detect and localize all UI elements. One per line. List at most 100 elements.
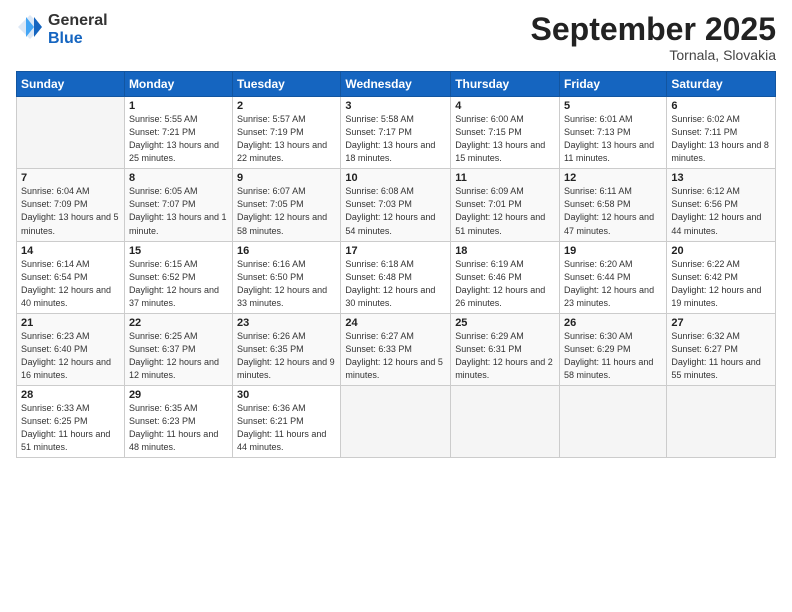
day-info: Sunrise: 6:16 AMSunset: 6:50 PMDaylight:… — [237, 258, 336, 310]
day-number: 1 — [129, 100, 228, 112]
day-number: 13 — [671, 172, 771, 184]
calendar-cell — [341, 385, 451, 457]
day-info: Sunrise: 5:55 AMSunset: 7:21 PMDaylight:… — [129, 113, 228, 165]
calendar-week-row: 21Sunrise: 6:23 AMSunset: 6:40 PMDayligh… — [17, 313, 776, 385]
day-number: 8 — [129, 172, 228, 184]
day-info: Sunrise: 6:08 AMSunset: 7:03 PMDaylight:… — [345, 185, 446, 237]
calendar-cell: 23Sunrise: 6:26 AMSunset: 6:35 PMDayligh… — [233, 313, 341, 385]
day-info: Sunrise: 6:04 AMSunset: 7:09 PMDaylight:… — [21, 185, 120, 237]
logo: General Blue — [16, 12, 108, 47]
day-info: Sunrise: 6:23 AMSunset: 6:40 PMDaylight:… — [21, 330, 120, 382]
logo-general: General — [48, 12, 108, 30]
calendar-week-row: 1Sunrise: 5:55 AMSunset: 7:21 PMDaylight… — [17, 97, 776, 169]
day-info: Sunrise: 5:58 AMSunset: 7:17 PMDaylight:… — [345, 113, 446, 165]
calendar-week-row: 14Sunrise: 6:14 AMSunset: 6:54 PMDayligh… — [17, 241, 776, 313]
day-info: Sunrise: 6:12 AMSunset: 6:56 PMDaylight:… — [671, 185, 771, 237]
day-info: Sunrise: 6:02 AMSunset: 7:11 PMDaylight:… — [671, 113, 771, 165]
day-info: Sunrise: 6:25 AMSunset: 6:37 PMDaylight:… — [129, 330, 228, 382]
calendar-cell: 13Sunrise: 6:12 AMSunset: 6:56 PMDayligh… — [667, 169, 776, 241]
weekday-header: Thursday — [451, 72, 560, 97]
day-info: Sunrise: 6:26 AMSunset: 6:35 PMDaylight:… — [237, 330, 336, 382]
logo-blue: Blue — [48, 30, 108, 48]
day-number: 25 — [455, 317, 555, 329]
location: Tornala, Slovakia — [531, 47, 776, 63]
day-number: 23 — [237, 317, 336, 329]
day-number: 2 — [237, 100, 336, 112]
calendar-cell: 22Sunrise: 6:25 AMSunset: 6:37 PMDayligh… — [124, 313, 232, 385]
day-info: Sunrise: 6:00 AMSunset: 7:15 PMDaylight:… — [455, 113, 555, 165]
day-number: 4 — [455, 100, 555, 112]
day-info: Sunrise: 6:29 AMSunset: 6:31 PMDaylight:… — [455, 330, 555, 382]
calendar-cell: 29Sunrise: 6:35 AMSunset: 6:23 PMDayligh… — [124, 385, 232, 457]
day-info: Sunrise: 6:27 AMSunset: 6:33 PMDaylight:… — [345, 330, 446, 382]
calendar-cell: 1Sunrise: 5:55 AMSunset: 7:21 PMDaylight… — [124, 97, 232, 169]
calendar-cell: 21Sunrise: 6:23 AMSunset: 6:40 PMDayligh… — [17, 313, 125, 385]
day-number: 5 — [564, 100, 662, 112]
day-number: 27 — [671, 317, 771, 329]
logo-icon — [16, 13, 44, 41]
calendar-cell: 9Sunrise: 6:07 AMSunset: 7:05 PMDaylight… — [233, 169, 341, 241]
day-number: 3 — [345, 100, 446, 112]
calendar-cell — [560, 385, 667, 457]
day-number: 11 — [455, 172, 555, 184]
day-number: 18 — [455, 245, 555, 257]
day-info: Sunrise: 6:15 AMSunset: 6:52 PMDaylight:… — [129, 258, 228, 310]
calendar-cell: 10Sunrise: 6:08 AMSunset: 7:03 PMDayligh… — [341, 169, 451, 241]
calendar-week-row: 28Sunrise: 6:33 AMSunset: 6:25 PMDayligh… — [17, 385, 776, 457]
calendar-cell: 19Sunrise: 6:20 AMSunset: 6:44 PMDayligh… — [560, 241, 667, 313]
calendar-cell: 8Sunrise: 6:05 AMSunset: 7:07 PMDaylight… — [124, 169, 232, 241]
day-info: Sunrise: 6:01 AMSunset: 7:13 PMDaylight:… — [564, 113, 662, 165]
calendar-cell: 25Sunrise: 6:29 AMSunset: 6:31 PMDayligh… — [451, 313, 560, 385]
calendar-cell: 14Sunrise: 6:14 AMSunset: 6:54 PMDayligh… — [17, 241, 125, 313]
calendar-cell: 24Sunrise: 6:27 AMSunset: 6:33 PMDayligh… — [341, 313, 451, 385]
calendar-cell: 20Sunrise: 6:22 AMSunset: 6:42 PMDayligh… — [667, 241, 776, 313]
calendar-cell: 7Sunrise: 6:04 AMSunset: 7:09 PMDaylight… — [17, 169, 125, 241]
calendar-cell: 30Sunrise: 6:36 AMSunset: 6:21 PMDayligh… — [233, 385, 341, 457]
day-number: 9 — [237, 172, 336, 184]
day-info: Sunrise: 6:11 AMSunset: 6:58 PMDaylight:… — [564, 185, 662, 237]
day-number: 22 — [129, 317, 228, 329]
day-number: 12 — [564, 172, 662, 184]
calendar-cell: 15Sunrise: 6:15 AMSunset: 6:52 PMDayligh… — [124, 241, 232, 313]
day-info: Sunrise: 6:09 AMSunset: 7:01 PMDaylight:… — [455, 185, 555, 237]
weekday-header: Saturday — [667, 72, 776, 97]
calendar-cell: 2Sunrise: 5:57 AMSunset: 7:19 PMDaylight… — [233, 97, 341, 169]
calendar-week-row: 7Sunrise: 6:04 AMSunset: 7:09 PMDaylight… — [17, 169, 776, 241]
weekday-header: Wednesday — [341, 72, 451, 97]
calendar-cell: 28Sunrise: 6:33 AMSunset: 6:25 PMDayligh… — [17, 385, 125, 457]
calendar-cell: 16Sunrise: 6:16 AMSunset: 6:50 PMDayligh… — [233, 241, 341, 313]
day-number: 10 — [345, 172, 446, 184]
calendar-cell: 27Sunrise: 6:32 AMSunset: 6:27 PMDayligh… — [667, 313, 776, 385]
calendar-cell: 18Sunrise: 6:19 AMSunset: 6:46 PMDayligh… — [451, 241, 560, 313]
day-info: Sunrise: 6:33 AMSunset: 6:25 PMDaylight:… — [21, 402, 120, 454]
calendar-cell — [17, 97, 125, 169]
day-info: Sunrise: 6:20 AMSunset: 6:44 PMDaylight:… — [564, 258, 662, 310]
calendar-header-row: SundayMondayTuesdayWednesdayThursdayFrid… — [17, 72, 776, 97]
weekday-header: Tuesday — [233, 72, 341, 97]
calendar: SundayMondayTuesdayWednesdayThursdayFrid… — [16, 71, 776, 458]
day-number: 21 — [21, 317, 120, 329]
day-number: 28 — [21, 389, 120, 401]
calendar-cell: 26Sunrise: 6:30 AMSunset: 6:29 PMDayligh… — [560, 313, 667, 385]
title-block: September 2025 Tornala, Slovakia — [531, 12, 776, 63]
day-number: 14 — [21, 245, 120, 257]
weekday-header: Friday — [560, 72, 667, 97]
day-info: Sunrise: 6:22 AMSunset: 6:42 PMDaylight:… — [671, 258, 771, 310]
day-number: 26 — [564, 317, 662, 329]
calendar-cell — [451, 385, 560, 457]
day-number: 6 — [671, 100, 771, 112]
day-number: 29 — [129, 389, 228, 401]
day-info: Sunrise: 6:30 AMSunset: 6:29 PMDaylight:… — [564, 330, 662, 382]
day-number: 17 — [345, 245, 446, 257]
day-info: Sunrise: 6:07 AMSunset: 7:05 PMDaylight:… — [237, 185, 336, 237]
day-number: 20 — [671, 245, 771, 257]
weekday-header: Monday — [124, 72, 232, 97]
calendar-cell: 4Sunrise: 6:00 AMSunset: 7:15 PMDaylight… — [451, 97, 560, 169]
day-number: 16 — [237, 245, 336, 257]
day-info: Sunrise: 6:14 AMSunset: 6:54 PMDaylight:… — [21, 258, 120, 310]
day-info: Sunrise: 6:32 AMSunset: 6:27 PMDaylight:… — [671, 330, 771, 382]
calendar-cell: 6Sunrise: 6:02 AMSunset: 7:11 PMDaylight… — [667, 97, 776, 169]
day-number: 24 — [345, 317, 446, 329]
calendar-cell: 11Sunrise: 6:09 AMSunset: 7:01 PMDayligh… — [451, 169, 560, 241]
day-info: Sunrise: 6:05 AMSunset: 7:07 PMDaylight:… — [129, 185, 228, 237]
